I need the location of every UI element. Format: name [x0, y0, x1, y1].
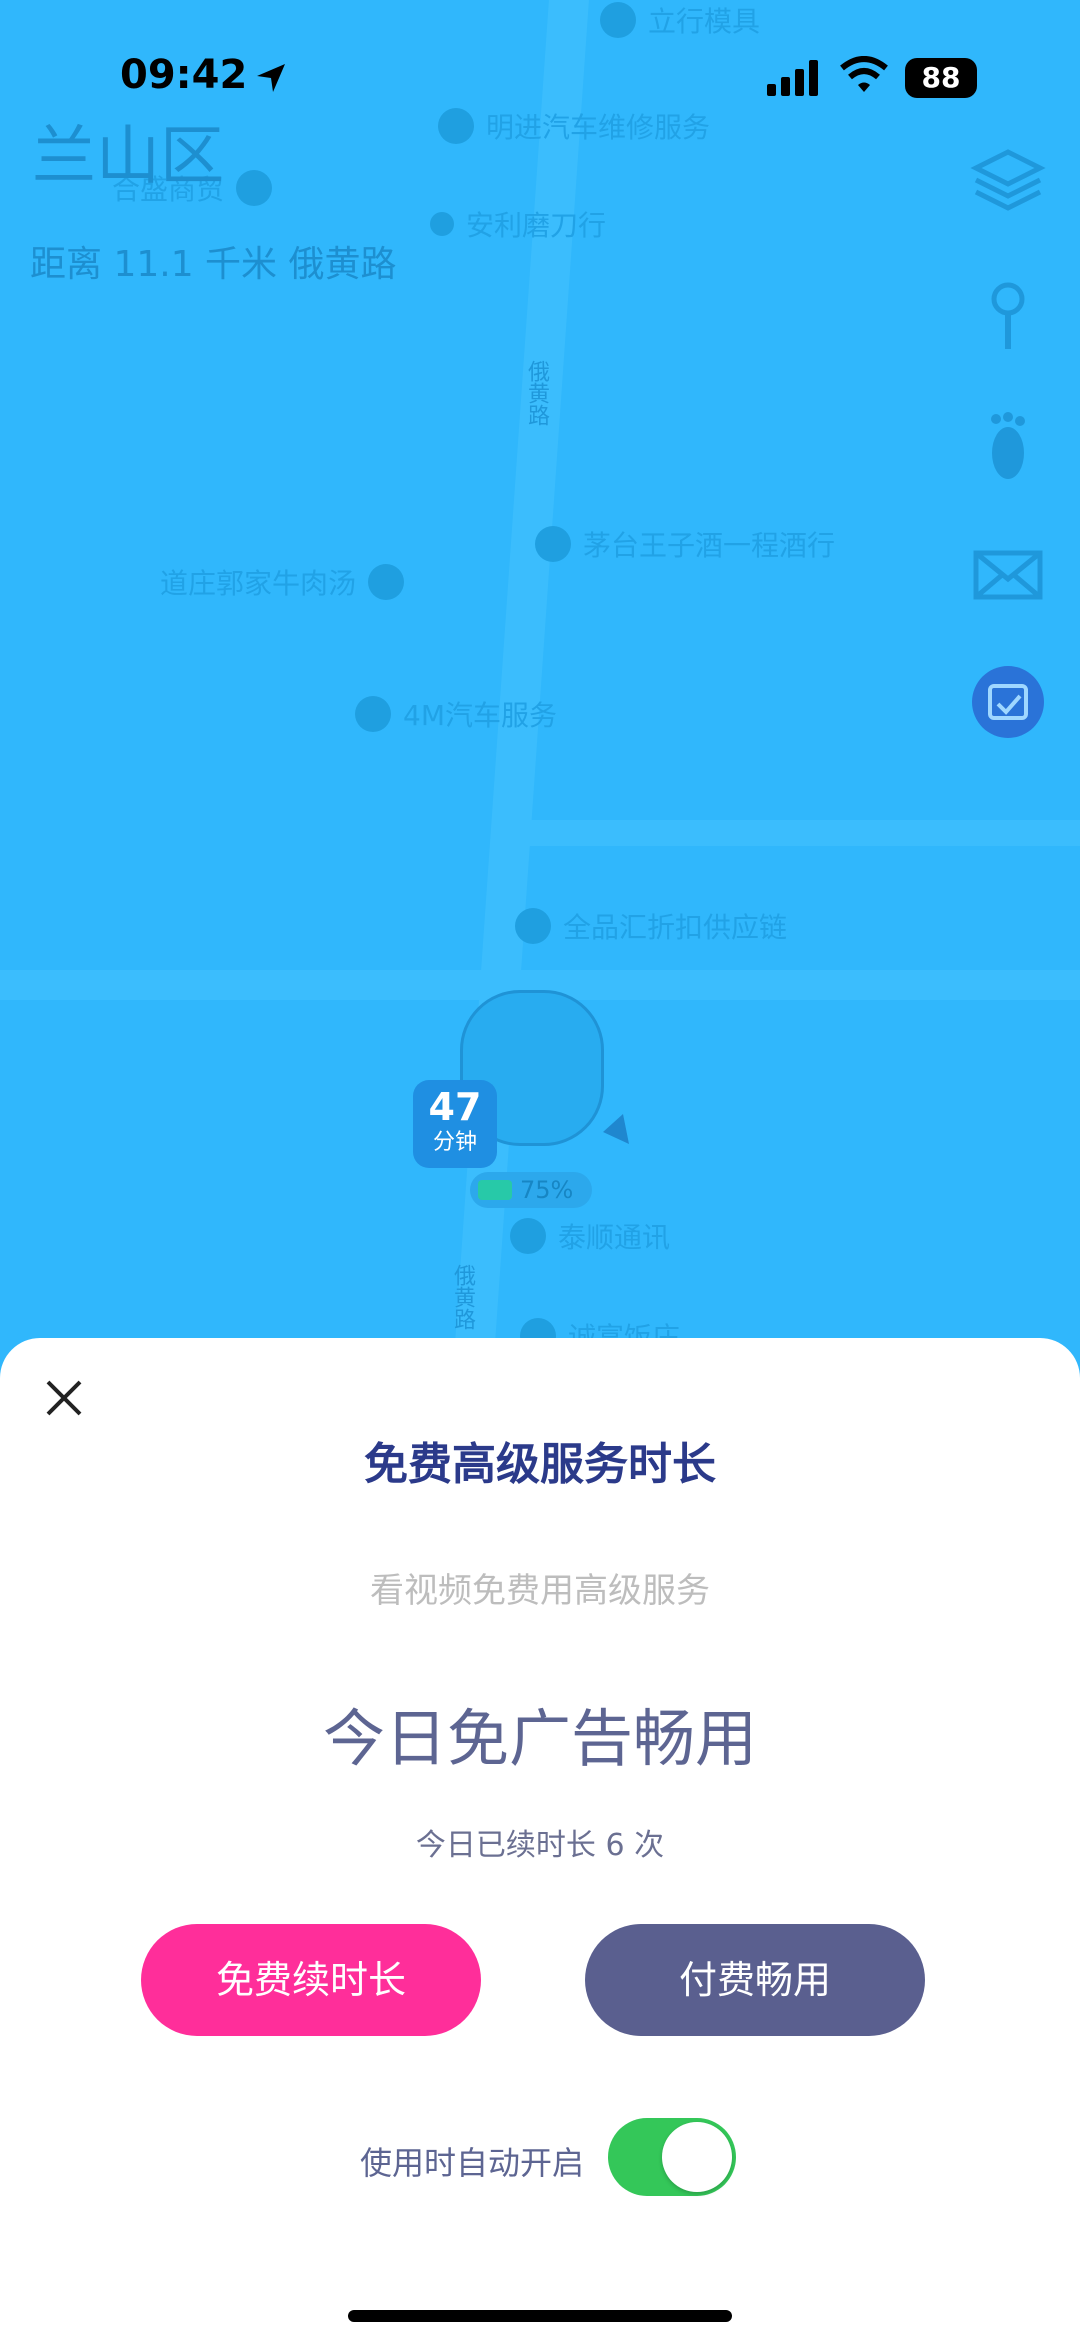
poi-icon	[535, 526, 571, 562]
footprint-icon[interactable]	[968, 405, 1048, 485]
poi[interactable]: 茅台王子酒一程酒行	[535, 524, 835, 564]
poi-icon	[515, 908, 551, 944]
mail-icon[interactable]	[968, 535, 1048, 615]
poi[interactable]: 道庄郭家牛肉汤	[160, 562, 405, 602]
poi[interactable]: 4M汽车服务	[355, 694, 557, 734]
pin-icon[interactable]	[968, 275, 1048, 355]
eta-number: 47	[428, 1085, 482, 1129]
wifi-icon	[840, 56, 888, 92]
sheet-headline: 今日免广告畅用	[322, 1702, 757, 1775]
battery-indicator: 75%	[470, 1172, 592, 1208]
home-indicator[interactable]	[348, 2310, 732, 2322]
road-label: 俄黄路	[524, 360, 549, 426]
sheet-title: 免费高级服务时长	[364, 1439, 716, 1490]
status-bar: 09:42 88	[0, 0, 1080, 150]
road-horizontal	[500, 820, 1080, 846]
poi[interactable]: 全品汇折扣供应链	[515, 906, 787, 946]
renew-count-text: 今日已续时长 6 次	[415, 1828, 665, 1863]
free-renew-button[interactable]: 免费续时长	[141, 1924, 481, 2036]
poi-icon	[368, 564, 405, 600]
road-label: 俄黄路	[450, 1264, 475, 1330]
cellular-signal-icon	[767, 60, 818, 96]
location-arrow-icon	[257, 64, 285, 92]
premium-service-sheet: 免费高级服务时长 看视频免费用高级服务 今日免广告畅用 今日已续时长 6 次 免…	[0, 1338, 1080, 2347]
map-view[interactable]: 立行模具 明进汽车维修服务 合盛商贸 安利磨刀行 茅台王子酒一程酒行 道庄郭家牛…	[0, 0, 1080, 1400]
auto-open-label: 使用时自动开启	[360, 2144, 585, 2182]
distance-text: 距离 11.1 千米 俄黄路	[30, 244, 397, 285]
battery-percent: 75%	[520, 1176, 574, 1204]
eta-unit: 分钟	[432, 1130, 477, 1155]
status-time: 09:42	[120, 52, 248, 98]
battery-bar	[478, 1180, 512, 1200]
poi-icon	[355, 696, 391, 732]
layers-icon[interactable]	[968, 140, 1048, 220]
poi-icon	[510, 1218, 546, 1254]
eta-badge: 47 分钟	[413, 1080, 497, 1168]
toggle-knob	[662, 2122, 732, 2192]
navigation-arrow-icon	[603, 1114, 629, 1144]
paid-button[interactable]: 付费畅用	[585, 1924, 925, 2036]
calendar-icon[interactable]	[968, 662, 1048, 742]
sheet-subtitle: 看视频免费用高级服务	[370, 1571, 710, 1611]
auto-open-toggle[interactable]	[608, 2118, 736, 2196]
poi-icon	[430, 212, 454, 236]
poi-icon	[236, 170, 273, 206]
poi[interactable]: 泰顺通讯	[510, 1216, 670, 1256]
battery-status: 88	[905, 58, 977, 98]
close-icon[interactable]	[40, 1374, 88, 1422]
poi[interactable]: 安利磨刀行	[430, 204, 606, 244]
